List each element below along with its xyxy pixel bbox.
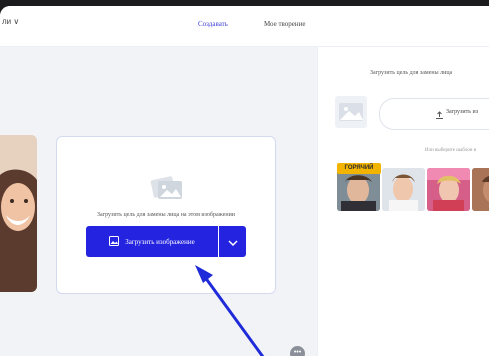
upload-image-button[interactable]: Загрузить изображение [86, 226, 218, 257]
upload-instruction: Загрузить цель для замены лица на этом и… [96, 212, 235, 218]
app-window: ли ∨ Создавать Мое творение Загрузить це… [0, 6, 489, 356]
main-canvas: Загрузить цель для замены лица на этом и… [0, 47, 317, 356]
language-selector[interactable]: ли ∨ [2, 17, 19, 26]
top-bar: ли ∨ Создавать Мое творение [0, 6, 489, 47]
image-icon [109, 235, 120, 248]
preview-image [0, 135, 37, 292]
right-panel-title: Загрузить цель для замены лица [370, 70, 453, 76]
template-thumbnail[interactable] [382, 168, 425, 211]
right-panel: Загрузить цель для замены лица Загрузить… [317, 47, 489, 356]
target-placeholder [335, 96, 367, 128]
template-thumbnail[interactable] [472, 168, 489, 211]
help-button[interactable]: ••• [290, 346, 305, 356]
hot-badge: ГОРЯЧИЙ [337, 163, 381, 174]
image-upload-icon [150, 170, 184, 207]
upload-icon [435, 107, 444, 125]
chevron-down-icon [227, 233, 238, 251]
pointer-arrow [195, 265, 265, 356]
tab-create[interactable]: Создавать [198, 20, 228, 28]
language-label: ли [2, 17, 12, 26]
upload-image-button-label: Загрузить изображение [125, 237, 195, 246]
upload-options-dropdown[interactable] [219, 226, 246, 257]
template-thumbnail[interactable] [337, 168, 380, 211]
right-upload-button[interactable]: Загрузить из [379, 98, 489, 130]
tab-my-creation[interactable]: Мое творение [264, 20, 306, 28]
right-upload-label: Загрузить из [446, 109, 479, 115]
template-thumbnail[interactable] [427, 168, 470, 211]
sample-hint: Или выберите шаблон в [425, 148, 477, 153]
chevron-down-icon: ∨ [13, 17, 20, 26]
